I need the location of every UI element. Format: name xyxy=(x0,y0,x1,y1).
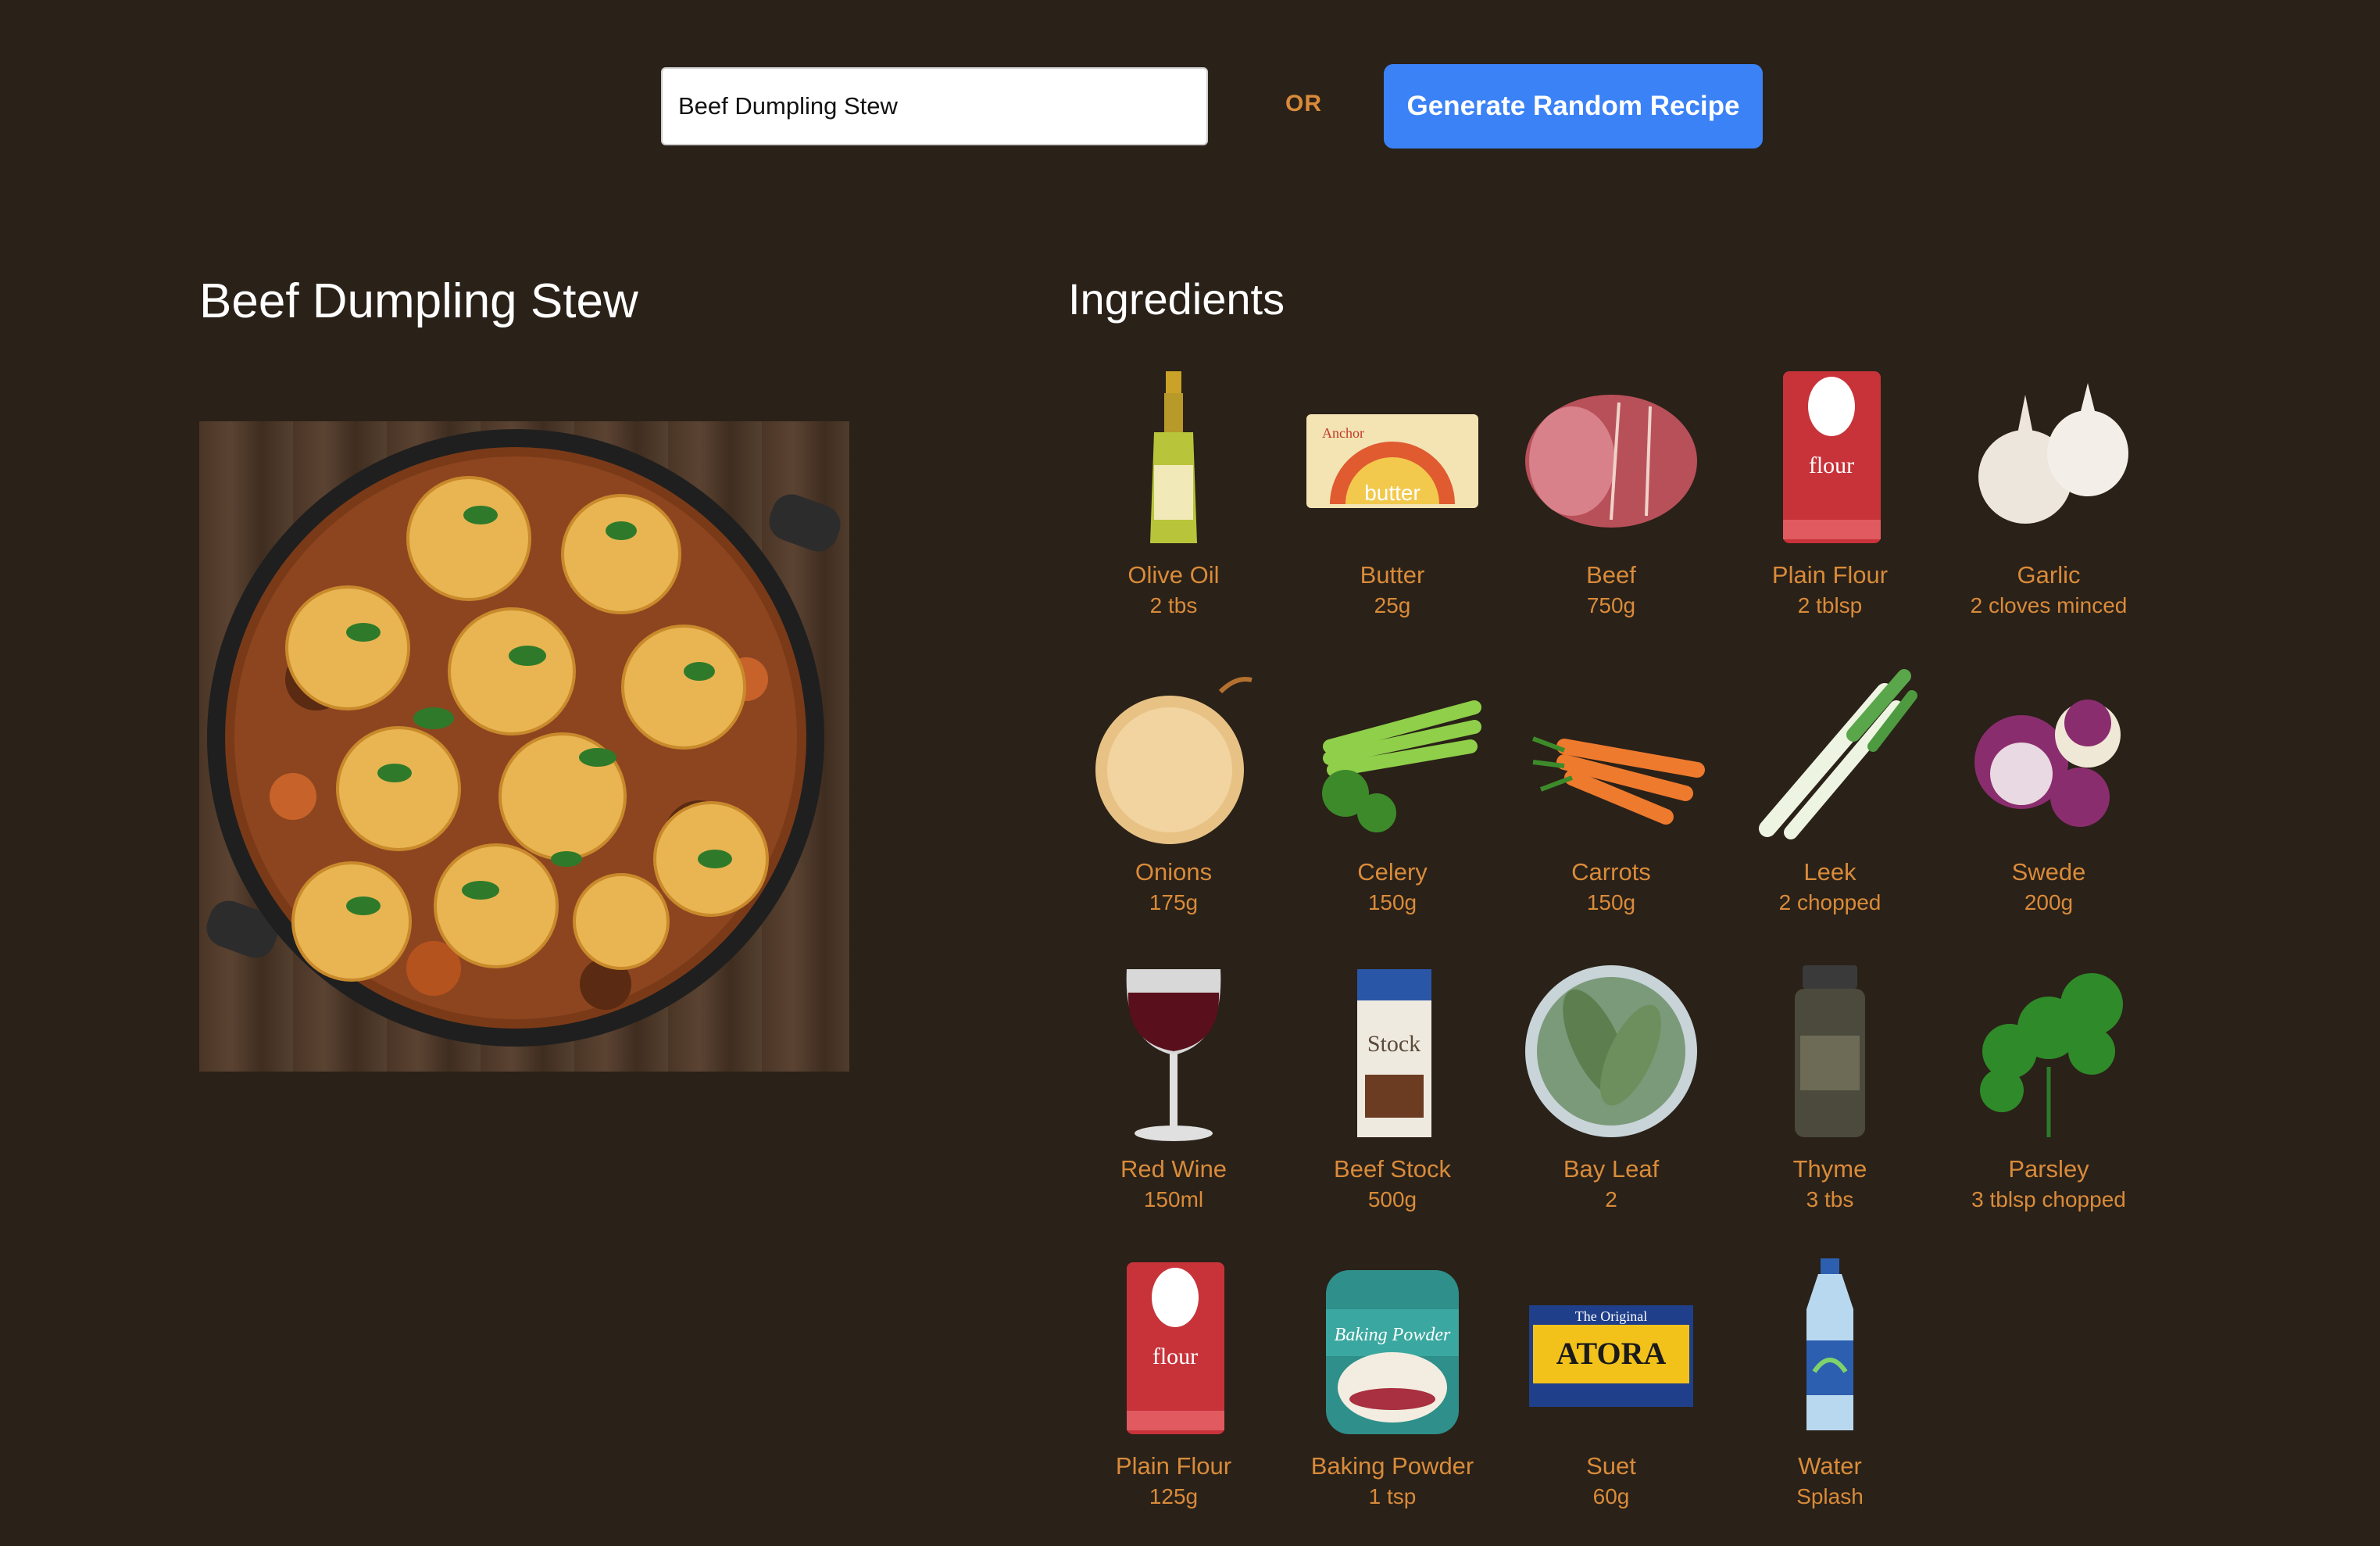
ingredient-name: Baking Powder xyxy=(1310,1452,1474,1480)
celery-icon xyxy=(1322,700,1481,832)
ingredients-heading: Ingredients xyxy=(1068,274,1285,324)
ingredient-item: butter Anchor Butter 25g xyxy=(1283,363,1502,653)
ingredient-name: Suet xyxy=(1586,1452,1636,1480)
ingredient-item: Olive Oil 2 tbs xyxy=(1064,363,1283,653)
ingredient-name: Beef Stock xyxy=(1334,1155,1451,1183)
beef-joint-icon xyxy=(1525,395,1697,528)
leek-icon xyxy=(1759,669,1917,839)
ingredient-name: Olive Oil xyxy=(1127,561,1220,589)
ingredient-quantity: 500g xyxy=(1367,1187,1417,1211)
svg-text:Anchor: Anchor xyxy=(1322,425,1364,441)
stew-pan-illustration xyxy=(206,429,841,1047)
flour-bag-icon: flour xyxy=(1127,1262,1224,1434)
ingredient-name: Leek xyxy=(1803,858,1856,886)
svg-text:Baking Powder: Baking Powder xyxy=(1335,1325,1451,1345)
ingredient-item: flour Plain Flour 2 tblsp xyxy=(1721,363,1939,653)
ingredient-item: Thyme 3 tbs xyxy=(1721,957,1939,1247)
ingredient-quantity: 125g xyxy=(1149,1484,1199,1508)
svg-text:flour: flour xyxy=(1152,1344,1198,1369)
parsley-icon xyxy=(1980,973,2123,1137)
ingredient-quantity: 2 cloves minced xyxy=(1970,593,2128,617)
ingredient-quantity: 1 tsp xyxy=(1368,1484,1417,1508)
ingredient-quantity: 150ml xyxy=(1143,1187,1204,1211)
ingredient-quantity: 2 tbs xyxy=(1149,593,1198,617)
ingredient-quantity: 150g xyxy=(1367,890,1417,914)
svg-text:The Original: The Original xyxy=(1575,1308,1647,1324)
svg-text:Stock: Stock xyxy=(1367,1031,1420,1057)
ingredient-item: Water Splash xyxy=(1721,1254,1939,1544)
svg-text:ATORA: ATORA xyxy=(1556,1336,1667,1371)
ingredient-name: Red Wine xyxy=(1120,1155,1228,1183)
suet-box-icon: The Original ATORA xyxy=(1529,1305,1693,1407)
ingredient-quantity: 750g xyxy=(1586,593,1636,617)
ingredient-name: Swede xyxy=(2011,858,2086,886)
ingredient-item: Swede 200g xyxy=(1939,660,2158,950)
ingredient-quantity: 2 chopped xyxy=(1778,890,1881,914)
ingredient-name: Parsley xyxy=(2008,1155,2089,1183)
ingredient-name: Carrots xyxy=(1571,858,1651,886)
ingredient-quantity: 25g xyxy=(1374,593,1411,617)
ingredient-quantity: 175g xyxy=(1149,890,1199,914)
ingredient-name: Water xyxy=(1798,1452,1862,1480)
ingredient-item: Baking Powder Baking Powder 1 tsp xyxy=(1283,1254,1502,1544)
ingredient-quantity: Splash xyxy=(1796,1484,1864,1508)
flour-bag-icon: flour xyxy=(1783,371,1881,543)
ingredient-name: Bay Leaf xyxy=(1563,1155,1660,1183)
generate-random-recipe-button[interactable]: Generate Random Recipe xyxy=(1384,64,1763,149)
ingredient-item: Red Wine 150ml xyxy=(1064,957,1283,1247)
recipe-title: Beef Dumpling Stew xyxy=(199,274,638,328)
ingredient-item: Carrots 150g xyxy=(1502,660,1721,950)
ingredient-quantity: 2 xyxy=(1605,1187,1617,1211)
or-label: OR xyxy=(1285,91,1322,116)
ingredient-name: Butter xyxy=(1360,561,1425,589)
ingredient-item: Parsley 3 tblsp chopped xyxy=(1939,957,2158,1247)
ingredient-item: Bay Leaf 2 xyxy=(1502,957,1721,1247)
ingredient-quantity: 3 tblsp chopped xyxy=(1971,1187,2126,1211)
ingredient-item: Stock Beef Stock 500g xyxy=(1283,957,1502,1247)
svg-text:butter: butter xyxy=(1364,481,1420,505)
ingredient-name: Thyme xyxy=(1792,1155,1867,1183)
stock-carton-icon: Stock xyxy=(1357,969,1431,1137)
recipe-search-input[interactable] xyxy=(661,67,1208,145)
svg-text:flour: flour xyxy=(1809,453,1854,478)
water-bottle-icon xyxy=(1806,1258,1853,1430)
ingredient-name: Beef xyxy=(1586,561,1636,589)
carrots-icon xyxy=(1531,736,1705,825)
wine-glass-icon xyxy=(1126,969,1221,1141)
swede-icon xyxy=(1974,700,2121,827)
ingredient-item: Celery 150g xyxy=(1283,660,1502,950)
ingredient-quantity: 3 tbs xyxy=(1806,1187,1854,1211)
ingredient-name: Garlic xyxy=(2017,561,2081,589)
ingredient-name: Plain Flour xyxy=(1115,1452,1232,1480)
baking-powder-tub-icon: Baking Powder xyxy=(1326,1270,1459,1434)
onion-icon xyxy=(1095,677,1253,844)
olive-oil-bottle-icon xyxy=(1150,371,1197,543)
ingredient-name: Celery xyxy=(1357,858,1428,886)
ingredient-item: Leek 2 chopped xyxy=(1721,660,1939,950)
butter-pack-icon: butter Anchor xyxy=(1306,414,1478,508)
ingredient-name: Plain Flour xyxy=(1771,561,1889,589)
recipe-page: OR Generate Random Recipe Beef Dumpling … xyxy=(0,0,2380,1546)
ingredient-item: Beef 750g xyxy=(1502,363,1721,653)
recipe-photo xyxy=(199,421,849,1072)
thyme-jar-icon xyxy=(1795,965,1865,1137)
ingredient-quantity: 200g xyxy=(2024,890,2074,914)
ingredient-item: The Original ATORA Suet 60g xyxy=(1502,1254,1721,1544)
ingredient-quantity: 2 tblsp xyxy=(1797,593,1863,617)
ingredient-item: Onions 175g xyxy=(1064,660,1283,950)
bay-leaf-icon xyxy=(1525,965,1697,1137)
ingredient-quantity: 150g xyxy=(1586,890,1636,914)
garlic-icon xyxy=(1978,383,2128,524)
ingredient-name: Onions xyxy=(1135,858,1213,886)
ingredient-quantity: 60g xyxy=(1592,1484,1630,1508)
ingredient-item: flour Plain Flour 125g xyxy=(1064,1254,1283,1544)
ingredient-item: Garlic 2 cloves minced xyxy=(1939,363,2158,653)
